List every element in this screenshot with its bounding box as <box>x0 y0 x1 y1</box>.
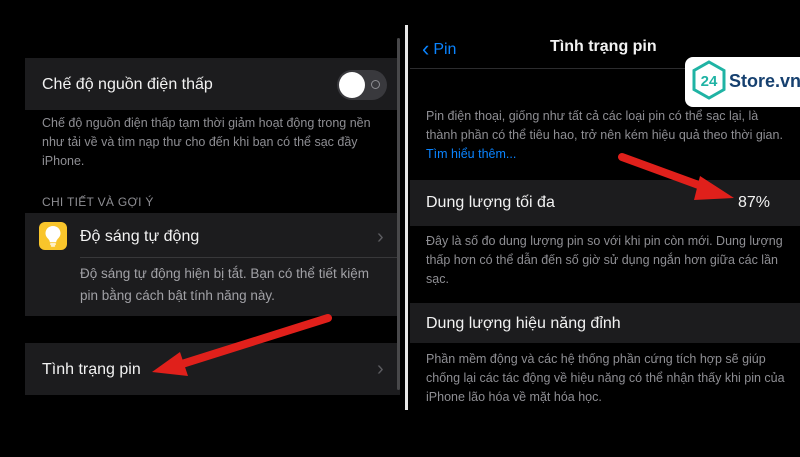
peak-performance-row: Dung lượng hiệu năng đỉnh <box>410 303 800 343</box>
hexagon-badge-icon: 24 <box>692 60 726 100</box>
chevron-right-icon: › <box>377 358 384 380</box>
max-capacity-footnote: Đây là số đo dung lượng pin so với khi p… <box>426 234 783 286</box>
toggle-knob <box>339 72 365 98</box>
settings-left-panel: Chế độ nguồn điện thấp Chế độ nguồn điện… <box>0 0 403 457</box>
peak-performance-label: Dung lượng hiệu năng đỉnh <box>426 315 621 332</box>
auto-brightness-cell[interactable]: Độ sáng tự động › Độ sáng tự động hiện b… <box>25 213 400 316</box>
learn-more-link[interactable]: Tìm hiểu thêm... <box>426 147 516 161</box>
page-title: Tình trạng pin <box>550 38 657 55</box>
auto-brightness-label: Độ sáng tự động <box>80 228 200 245</box>
low-power-mode-label: Chế độ nguồn điện thấp <box>42 76 213 93</box>
logo-brand-text: Store.vn <box>729 71 800 91</box>
row-separator <box>80 257 400 258</box>
store-logo: 24 Store.vn <box>685 57 800 107</box>
panel-divider <box>403 0 410 457</box>
section-header-details: CHI TIẾT VÀ GỢI Ý <box>42 195 154 209</box>
chevron-left-icon: ‹ <box>422 36 430 61</box>
peak-performance-footnote: Phần mềm động và các hệ thống phần cứng … <box>426 352 785 404</box>
logo-badge-number: 24 <box>701 73 718 90</box>
low-power-mode-toggle[interactable] <box>337 70 387 100</box>
low-power-mode-footnote: Chế độ nguồn điện thấp tạm thời giảm hoạ… <box>42 116 371 168</box>
back-button[interactable]: ‹ Pin <box>422 36 456 62</box>
low-power-mode-row[interactable]: Chế độ nguồn điện thấp <box>25 58 400 110</box>
toggle-off-icon <box>371 80 380 89</box>
max-capacity-value: 87% <box>737 194 770 211</box>
battery-health-row[interactable]: Tình trạng pin › <box>25 343 400 395</box>
auto-brightness-description: Độ sáng tự động hiện bị tắt. Bạn có thể … <box>80 266 369 303</box>
battery-health-label: Tình trạng pin <box>42 361 141 378</box>
lightbulb-icon <box>39 222 67 250</box>
max-capacity-label: Dung lượng tối đa <box>426 194 555 211</box>
chevron-right-icon: › <box>377 226 384 248</box>
battery-intro-text: Pin điện thoại, giống như tất cả các loạ… <box>426 107 786 164</box>
max-capacity-row: Dung lượng tối đa 87% <box>410 180 800 226</box>
battery-intro-body: Pin điện thoại, giống như tất cả các loạ… <box>426 109 783 142</box>
scrollbar[interactable] <box>397 38 400 390</box>
back-button-label: Pin <box>433 41 457 58</box>
